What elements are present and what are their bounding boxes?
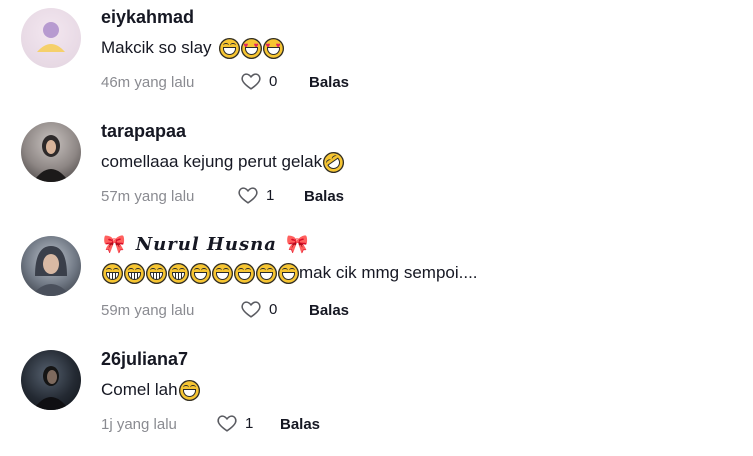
laughing-tears-emoji-icon — [218, 37, 240, 59]
comment-username[interactable]: 🎀 Nurul Husna 🎀 — [101, 233, 733, 257]
heart-outline-icon[interactable] — [240, 298, 262, 320]
rolling-laughing-emoji-icon — [319, 147, 349, 177]
reply-button[interactable]: Balas — [309, 72, 349, 94]
comment-timestamp: 59m yang lalu — [101, 302, 195, 319]
like-button[interactable]: 1 — [216, 412, 253, 434]
comment-item: 🎀 Nurul Husna 🎀 mak cik mmg sempoi.... 5… — [0, 228, 753, 342]
reply-button[interactable]: Balas — [280, 414, 320, 436]
ribbon-icon: 🎀 — [103, 234, 127, 255]
like-count: 0 — [269, 72, 278, 90]
laughing-tears-emoji-icon — [256, 262, 277, 284]
comment-text: Comel lah — [101, 377, 733, 403]
like-button[interactable]: 0 — [240, 70, 277, 92]
like-count: 1 — [245, 414, 254, 432]
grinning-emoji-icon — [168, 262, 189, 284]
like-button[interactable]: 1 — [237, 184, 274, 206]
avatar[interactable] — [21, 236, 81, 296]
like-count: 1 — [266, 186, 275, 204]
heart-outline-icon[interactable] — [240, 70, 262, 92]
comment-item: 26juliana7 Comel lah 1j yang lalu 1 Bala… — [0, 342, 753, 456]
heart-outline-icon[interactable] — [237, 184, 259, 206]
laughing-tears-emoji-icon — [190, 262, 211, 284]
laughing-tears-emoji-icon — [278, 262, 299, 284]
like-count: 0 — [269, 300, 278, 318]
reply-button[interactable]: Balas — [309, 300, 349, 322]
comment-timestamp: 1j yang lalu — [101, 416, 177, 433]
heart-eyes-emoji-icon: ♥ ♥ — [262, 37, 284, 59]
comment-timestamp: 46m yang lalu — [101, 74, 195, 91]
laughing-tears-emoji-icon — [212, 262, 233, 284]
like-button[interactable]: 0 — [240, 298, 277, 320]
reply-button[interactable]: Balas — [304, 186, 344, 208]
grinning-emoji-icon — [102, 262, 123, 284]
comment-username[interactable]: eiykahmad — [101, 5, 733, 29]
comment-text: Makcik so slay ♥ ♥ ♥ ♥ — [101, 35, 733, 61]
laughing-tears-emoji-icon — [234, 262, 255, 284]
heart-eyes-emoji-icon: ♥ ♥ — [240, 37, 262, 59]
comment-timestamp: 57m yang lalu — [101, 188, 195, 205]
comment-item: tarapapaa comellaaa kejung perut gelak 5… — [0, 114, 753, 228]
ribbon-icon: 🎀 — [286, 234, 310, 255]
grinning-emoji-icon — [124, 262, 145, 284]
comment-text: mak cik mmg sempoi.... — [101, 260, 733, 286]
heart-outline-icon[interactable] — [216, 412, 238, 434]
comment-text: comellaaa kejung perut gelak — [101, 147, 733, 177]
comment-username[interactable]: 26juliana7 — [101, 347, 733, 371]
comment-username[interactable]: tarapapaa — [101, 119, 733, 143]
avatar[interactable] — [21, 8, 81, 68]
laughing-tears-emoji-icon — [178, 379, 200, 401]
grinning-emoji-icon — [146, 262, 167, 284]
avatar[interactable] — [21, 350, 81, 410]
avatar[interactable] — [21, 122, 81, 182]
comment-item: eiykahmad Makcik so slay ♥ ♥ ♥ ♥ 46m yang … — [0, 0, 753, 114]
